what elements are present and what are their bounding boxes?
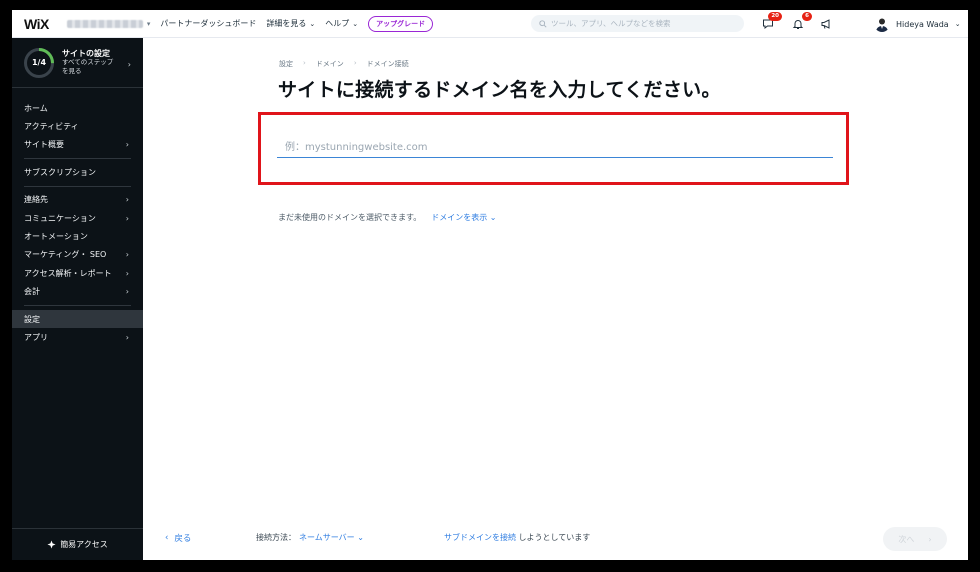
setup-subtitle-2: を見る: [62, 67, 82, 75]
sidebar: 1/4 サイトの設定 すべてのステップ を見る › ホーム アクティビティ サイ…: [12, 38, 143, 560]
breadcrumb-domains[interactable]: ドメイン: [316, 59, 344, 69]
connection-method-label: 接続方法：: [256, 533, 296, 542]
chevron-right-icon: ›: [125, 332, 129, 342]
top-bar: WiX ▾ パートナーダッシュボード 詳細を見る ⌄ ヘルプ ⌄ アップグレード…: [12, 10, 968, 38]
chevron-right-icon: ›: [127, 60, 131, 69]
breadcrumb-connect-domain: ドメイン接続: [366, 60, 409, 68]
setup-title: サイトの設定: [62, 49, 110, 58]
connection-method-dropdown[interactable]: ネームサーバー ⌄: [299, 532, 364, 543]
sidebar-item-label: 会計: [24, 287, 40, 297]
chevron-down-icon: ⌄: [309, 19, 316, 28]
inbox-button[interactable]: 20: [760, 12, 782, 32]
site-name-blurred[interactable]: [66, 19, 143, 28]
sidebar-item-label: アクティビティ: [24, 122, 79, 132]
notifications-badge: 6: [802, 12, 812, 21]
wix-logo[interactable]: WiX: [24, 16, 49, 32]
help-label: ヘルプ: [325, 19, 350, 28]
search-bar[interactable]: ツール、アプリ、ヘルプなどを検索: [531, 15, 744, 32]
unused-domains-row: まだ未使用のドメインを選択できます。 ドメインを表示 ⌄: [278, 212, 496, 223]
sidebar-item-label: サイト概要: [24, 140, 64, 150]
user-name: Hideya Wada: [896, 19, 949, 29]
page-title: サイトに接続するドメイン名を入力してください。: [278, 79, 721, 101]
site-setup-progress[interactable]: 1/4 サイトの設定 すべてのステップ を見る ›: [12, 38, 143, 88]
next-label: 次へ: [898, 534, 915, 544]
chevron-right-icon: ›: [125, 287, 129, 297]
sidebar-item-label: 連絡先: [24, 195, 48, 205]
search-icon: [539, 19, 547, 28]
help-menu[interactable]: ヘルプ ⌄: [325, 18, 358, 29]
site-menu-dropdown-icon[interactable]: ▾: [147, 20, 151, 28]
sidebar-item-subscriptions[interactable]: サブスクリプション: [12, 163, 143, 181]
partner-dashboard-link[interactable]: パートナーダッシュボード: [160, 18, 256, 29]
quick-access-icon: [47, 540, 56, 549]
sidebar-item-label: オートメーション: [24, 232, 88, 242]
progress-ring: 1/4: [23, 47, 55, 79]
announcements-button[interactable]: [818, 16, 834, 32]
sidebar-divider: [24, 185, 131, 187]
back-label: 戻る: [174, 534, 192, 544]
sidebar-divider: [24, 158, 131, 160]
chevron-down-icon: ⌄: [954, 20, 961, 28]
chevron-right-icon: ›: [125, 140, 129, 150]
subdomain-text: しようとしています: [518, 533, 591, 542]
connect-subdomain-link[interactable]: サブドメインを接続: [444, 533, 516, 542]
sidebar-item-communications[interactable]: コミュニケーション ›: [12, 209, 143, 227]
chevron-left-icon: ‹: [165, 533, 169, 543]
megaphone-icon: [821, 19, 830, 29]
sidebar-item-activity[interactable]: アクティビティ: [12, 117, 143, 135]
avatar: [874, 16, 890, 32]
connection-method: 接続方法： ネームサーバー ⌄: [256, 532, 364, 543]
chevron-down-icon: ⌄: [352, 19, 359, 28]
sidebar-item-automations[interactable]: オートメーション: [12, 227, 143, 245]
breadcrumb-separator: ›: [353, 59, 357, 67]
sidebar-item-apps[interactable]: アプリ ›: [12, 328, 143, 346]
sidebar-nav: ホーム アクティビティ サイト概要 › サブスクリプション 連絡先 › コミュニケー…: [12, 99, 143, 347]
breadcrumb-separator: ›: [303, 59, 306, 67]
learn-more-menu[interactable]: 詳細を見る ⌄: [266, 18, 315, 29]
sidebar-item-settings[interactable]: 設定: [12, 309, 143, 329]
domain-input[interactable]: [277, 138, 833, 158]
upgrade-button[interactable]: アップグレード: [368, 15, 434, 32]
notifications-button[interactable]: 6: [790, 12, 812, 32]
sidebar-item-label: 設定: [24, 314, 40, 324]
quick-access-label: 簡易アクセス: [60, 540, 108, 549]
chevron-right-icon: ›: [125, 268, 129, 278]
chevron-right-icon: ›: [125, 250, 129, 260]
sidebar-item-accounting[interactable]: 会計 ›: [12, 283, 143, 301]
back-button[interactable]: ‹ 戻る: [165, 532, 191, 544]
chevron-right-icon: ›: [928, 534, 932, 544]
breadcrumb-settings[interactable]: 設定: [279, 59, 293, 69]
sidebar-item-label: アクセス解析・レポート: [24, 268, 112, 278]
setup-subtitle-1: すべてのステップ: [62, 58, 114, 66]
subdomain-row: サブドメインを接続 しようとしています: [444, 532, 590, 543]
learn-more-label: 詳細を見る: [266, 19, 307, 28]
partner-dashboard-label: パートナーダッシュボード: [160, 19, 257, 28]
sidebar-item-analytics[interactable]: アクセス解析・レポート ›: [12, 264, 143, 282]
next-button[interactable]: 次へ ›: [883, 527, 947, 551]
sidebar-divider: [24, 304, 131, 306]
breadcrumb: 設定 › ドメイン › ドメイン接続: [279, 59, 409, 69]
show-domains-link[interactable]: ドメインを表示 ⌄: [431, 212, 496, 223]
footer: ‹ 戻る 接続方法： ネームサーバー ⌄ サブドメインを接続 しようとしています…: [143, 518, 968, 560]
sidebar-item-marketing-seo[interactable]: マーケティング・ SEO ›: [12, 246, 143, 264]
chevron-right-icon: ›: [125, 195, 129, 205]
search-placeholder: ツール、アプリ、ヘルプなどを検索: [551, 19, 671, 28]
sidebar-item-label: ホーム: [24, 103, 48, 113]
sidebar-item-home[interactable]: ホーム: [12, 99, 143, 117]
unused-domains-text: まだ未使用のドメインを選択できます。: [278, 213, 422, 222]
sidebar-item-label: コミュニケーション: [24, 213, 96, 223]
progress-label: 1/4: [31, 58, 47, 67]
quick-access-button[interactable]: 簡易アクセス: [12, 528, 143, 560]
main-content: 設定 › ドメイン › ドメイン接続 サイトに接続するドメイン名を入力してくださ…: [143, 38, 968, 560]
sidebar-item-label: マーケティング・ SEO: [24, 250, 107, 260]
chevron-right-icon: ›: [125, 213, 129, 223]
inbox-badge: 20: [768, 12, 782, 21]
bell-icon: [792, 20, 804, 29]
sidebar-item-contacts[interactable]: 連絡先 ›: [12, 191, 143, 209]
sidebar-item-label: アプリ: [24, 332, 48, 342]
sidebar-item-label: サブスクリプション: [24, 167, 96, 177]
user-menu[interactable]: Hideya Wada ⌄: [874, 16, 961, 32]
sidebar-item-site-overview[interactable]: サイト概要 ›: [12, 136, 143, 154]
